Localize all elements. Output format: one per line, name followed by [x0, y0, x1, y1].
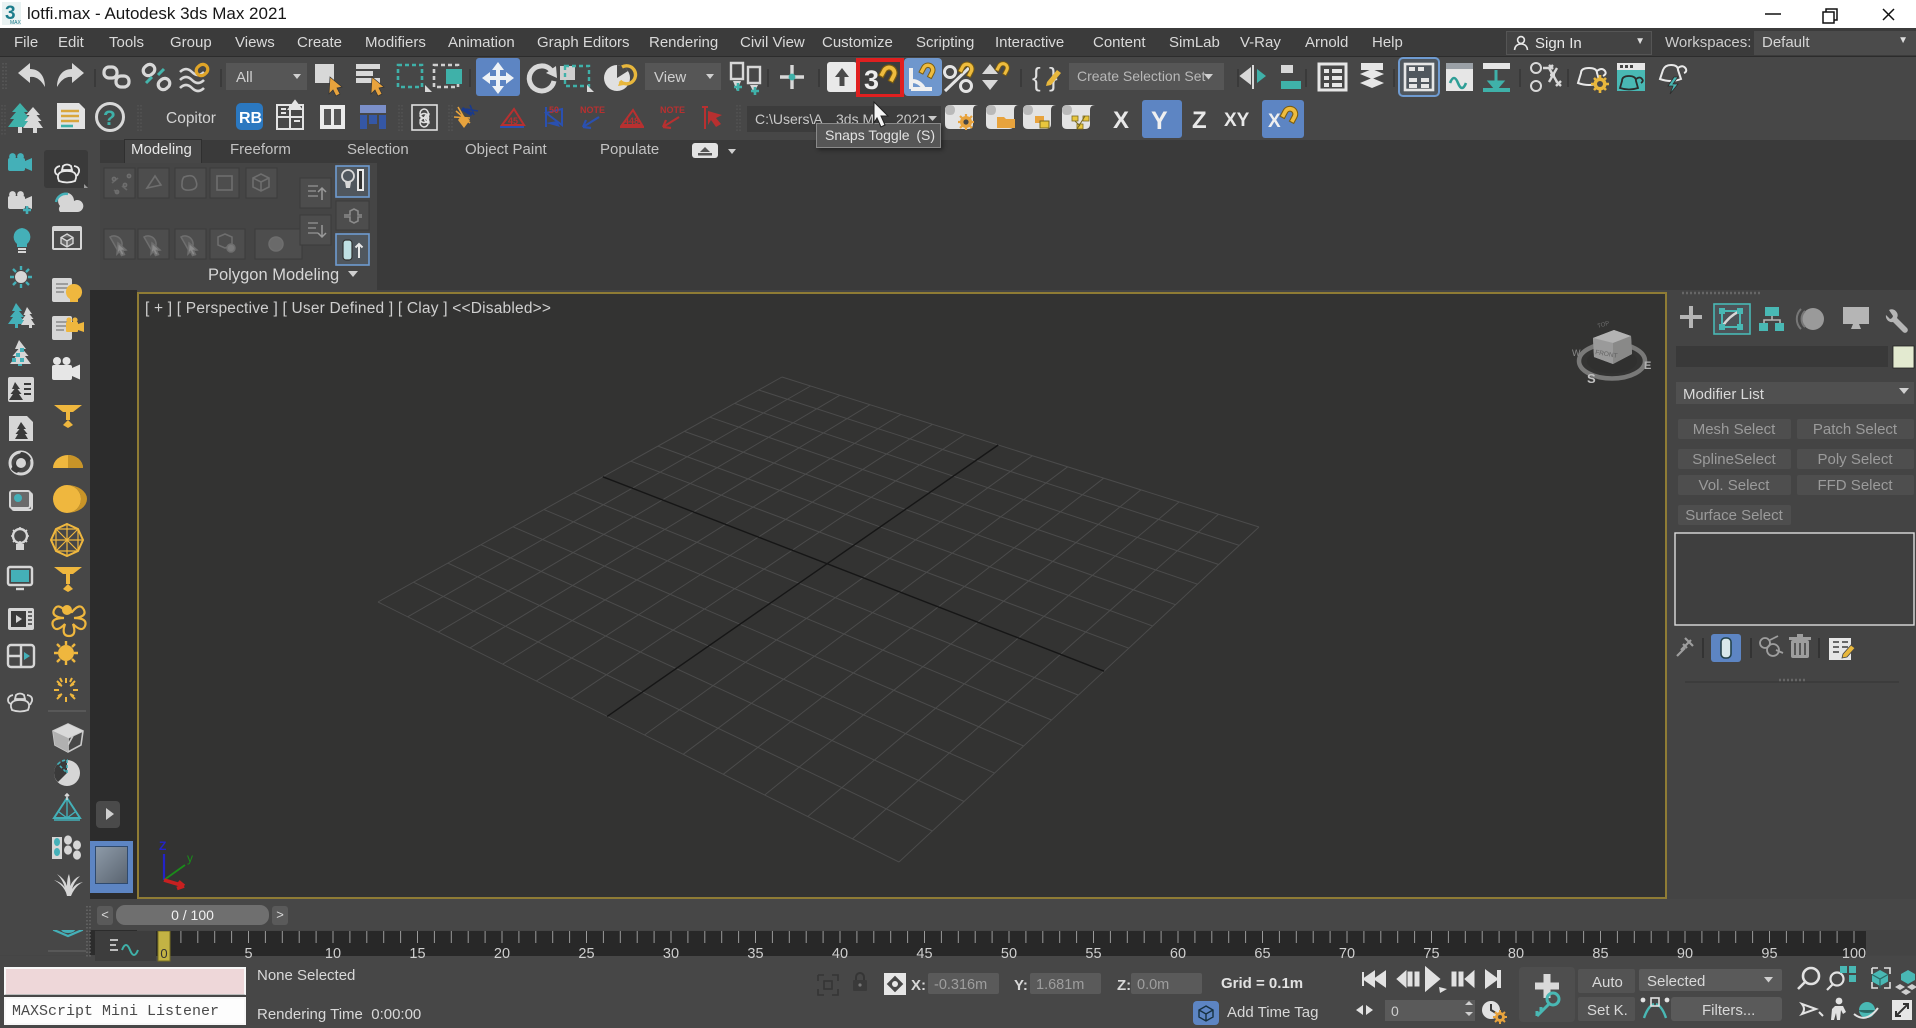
- svg-text:NOTE: NOTE: [660, 105, 685, 115]
- svg-text:10: 10: [325, 946, 341, 962]
- svg-text:Z: Z: [159, 840, 166, 853]
- svg-text:TOP: TOP: [1597, 321, 1610, 330]
- svg-text:RB: RB: [239, 110, 262, 127]
- svg-text:45: 45: [916, 946, 932, 962]
- svg-text:NOTE: NOTE: [580, 105, 605, 115]
- svg-text:-0.316m: -0.316m: [934, 977, 987, 993]
- svg-text:y: y: [187, 851, 193, 865]
- svg-text:Filters...: Filters...: [1702, 1002, 1755, 1019]
- svg-text:X: X: [1113, 107, 1129, 134]
- svg-text:40: 40: [832, 946, 848, 962]
- svg-text:Z: Z: [1192, 107, 1207, 134]
- svg-text:Copitor: Copitor: [166, 110, 216, 127]
- svg-text:W: W: [1572, 348, 1581, 358]
- svg-text:0.0m: 0.0m: [1137, 977, 1169, 993]
- svg-text:Mesh Select: Mesh Select: [1693, 421, 1776, 438]
- svg-text:{: {: [1032, 62, 1041, 92]
- svg-text:Polygon Modeling: Polygon Modeling: [208, 266, 339, 284]
- svg-text:5: 5: [244, 946, 252, 962]
- svg-text:XY: XY: [1224, 110, 1250, 131]
- svg-text:448: 448: [624, 116, 639, 126]
- svg-text:?: ?: [103, 107, 116, 130]
- svg-text:Poly Select: Poly Select: [1817, 451, 1893, 468]
- svg-text:20: 20: [494, 946, 510, 962]
- svg-text:Modifier List: Modifier List: [1683, 386, 1765, 403]
- svg-text:0: 0: [160, 946, 167, 961]
- svg-text:65: 65: [1254, 946, 1270, 962]
- svg-text:Selected: Selected: [1647, 973, 1705, 990]
- svg-text:30: 30: [663, 946, 679, 962]
- svg-text:Create Selection Set: Create Selection Set: [1077, 68, 1206, 84]
- svg-text:Patch Select: Patch Select: [1813, 421, 1898, 438]
- svg-text:25: 25: [578, 946, 594, 962]
- svg-text:Z:: Z:: [1117, 977, 1131, 994]
- svg-text:50: 50: [1001, 946, 1017, 962]
- svg-text:Vol. Select: Vol. Select: [1699, 477, 1771, 494]
- svg-text:SplineSelect: SplineSelect: [1692, 451, 1776, 468]
- svg-text:0: 0: [1391, 1003, 1399, 1019]
- svg-text:Auto: Auto: [1592, 974, 1623, 991]
- svg-text:50: 50: [549, 105, 559, 115]
- svg-text:Y:: Y:: [1014, 977, 1028, 994]
- svg-text:FFD Select: FFD Select: [1817, 477, 1893, 494]
- svg-text:S: S: [1587, 371, 1596, 386]
- svg-text:E: E: [1644, 360, 1651, 372]
- svg-text:All: All: [236, 69, 253, 86]
- svg-text:X:: X:: [911, 977, 926, 994]
- svg-text:3: 3: [864, 65, 879, 95]
- svg-text:View: View: [654, 69, 686, 86]
- svg-text:MAX: MAX: [10, 20, 22, 26]
- svg-text:Surface Select: Surface Select: [1685, 507, 1783, 524]
- svg-text:60: 60: [1170, 946, 1186, 962]
- svg-text:X: X: [1268, 111, 1281, 132]
- svg-text:C:\Users\A: C:\Users\A: [755, 111, 823, 127]
- svg-text:Y: Y: [1151, 107, 1168, 135]
- svg-text:55: 55: [1085, 946, 1101, 962]
- svg-text:15: 15: [409, 946, 425, 962]
- svg-text:1.681m: 1.681m: [1036, 977, 1084, 993]
- svg-text:35: 35: [747, 946, 763, 962]
- svg-text:Set K.: Set K.: [1587, 1002, 1628, 1019]
- svg-text:45: 45: [508, 116, 518, 126]
